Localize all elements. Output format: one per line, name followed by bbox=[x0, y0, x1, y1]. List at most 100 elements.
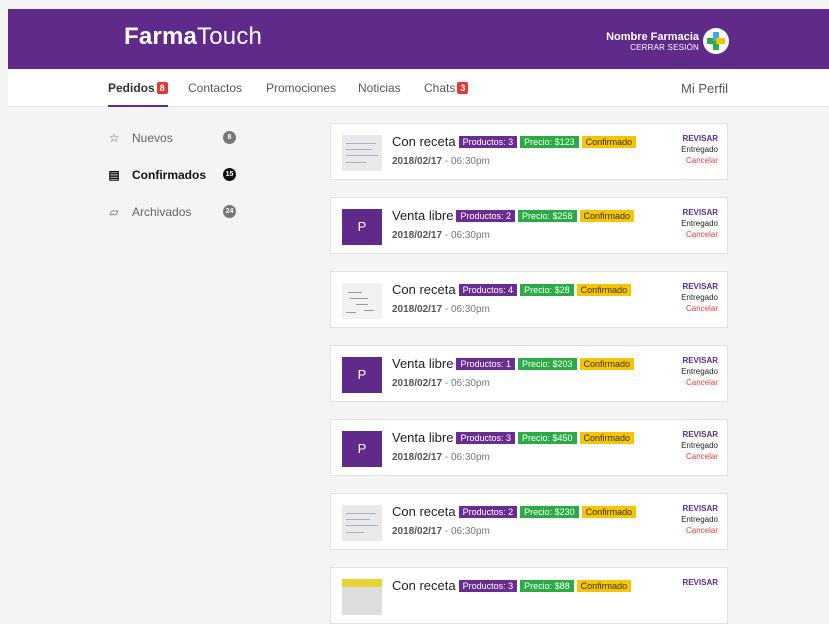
delivered-button[interactable]: Entregado bbox=[681, 440, 718, 451]
order-time: 06:30pm bbox=[450, 156, 490, 167]
clipboard-icon: ▤ bbox=[108, 168, 120, 182]
prescription-thumbnail[interactable] bbox=[342, 135, 382, 171]
order-time: 06:30pm bbox=[450, 378, 490, 389]
products-tag: Productos: 2 bbox=[456, 209, 515, 222]
order-type: Venta libre bbox=[392, 430, 454, 446]
sidebar-item-label: Confirmados bbox=[132, 168, 207, 182]
review-button[interactable]: REVISAR bbox=[681, 281, 718, 292]
order-card[interactable]: P Venta libre Productos: 2 Precio: $258 Con… bbox=[330, 197, 728, 254]
order-datetime: 2018/02/17 - 06:30pm bbox=[392, 452, 490, 463]
sidebar-item-confirmados[interactable]: ▤ Confirmados bbox=[108, 168, 206, 188]
products-tag: Productos: 3 bbox=[456, 431, 515, 444]
cancel-button[interactable]: Cancelar bbox=[681, 229, 718, 240]
order-card[interactable]: Con receta Productos: 3 Precio: $123 Confir… bbox=[330, 123, 728, 180]
delivered-button[interactable]: Entregado bbox=[681, 514, 718, 525]
review-button[interactable]: REVISAR bbox=[681, 207, 718, 218]
tab-pedidos[interactable]: Pedidos 8 bbox=[108, 81, 168, 107]
pharmacy-account: Nombre Farmacia CERRAR SESIÓN bbox=[606, 31, 699, 53]
cancel-button[interactable]: Cancelar bbox=[681, 303, 718, 314]
price-tag: Precio: $88 bbox=[520, 579, 574, 592]
order-actions: REVISAR Entregado Cancelar bbox=[681, 503, 718, 536]
star-outline-icon: ☆ bbox=[108, 131, 120, 145]
order-actions: REVISAR Entregado Cancelar bbox=[681, 355, 718, 388]
profile-link[interactable]: Mi Perfil bbox=[681, 81, 728, 96]
cancel-button[interactable]: Cancelar bbox=[681, 155, 718, 166]
nuevos-count-badge: 8 bbox=[223, 131, 236, 144]
app-logo[interactable]: FarmaTouch bbox=[124, 23, 262, 51]
tab-noticias[interactable]: Noticias bbox=[358, 81, 401, 107]
handwritten-note-thumbnail[interactable] bbox=[342, 283, 382, 319]
review-button[interactable]: REVISAR bbox=[681, 133, 718, 144]
order-actions: REVISAR bbox=[682, 577, 718, 588]
status-tag: Confirmado bbox=[576, 283, 632, 296]
tab-chats[interactable]: Chats 3 bbox=[424, 81, 469, 107]
order-avatar: P bbox=[342, 357, 382, 393]
pharmacy-name: Nombre Farmacia bbox=[606, 31, 699, 43]
tab-promociones[interactable]: Promociones bbox=[266, 81, 336, 107]
price-tag: Precio: $450 bbox=[517, 431, 577, 444]
order-datetime: 2018/02/17 - 06:30pm bbox=[392, 230, 490, 241]
order-type: Venta libre bbox=[392, 208, 454, 224]
order-card[interactable]: Con receta Productos: 2 Precio: $230 Confir… bbox=[330, 493, 728, 550]
tab-contactos[interactable]: Contactos bbox=[188, 81, 242, 107]
products-tag: Productos: 2 bbox=[458, 505, 518, 518]
price-tag: Precio: $230 bbox=[520, 505, 579, 518]
order-actions: REVISAR Entregado Cancelar bbox=[681, 429, 718, 462]
order-actions: REVISAR Entregado Cancelar bbox=[681, 207, 718, 240]
review-button[interactable]: REVISAR bbox=[681, 503, 718, 514]
price-tag: Precio: $203 bbox=[517, 357, 577, 370]
prescription-thumbnail[interactable] bbox=[342, 505, 382, 541]
delivered-button[interactable]: Entregado bbox=[681, 292, 718, 303]
order-avatar: P bbox=[342, 209, 382, 245]
cancel-button[interactable]: Cancelar bbox=[681, 377, 718, 388]
archivados-count-badge: 24 bbox=[223, 205, 236, 218]
main-nav: Pedidos 8 Contactos Promociones Noticias … bbox=[8, 69, 829, 107]
order-time: 06:30pm bbox=[450, 230, 490, 241]
tab-label: Chats bbox=[424, 81, 456, 95]
order-type: Con receta bbox=[392, 504, 456, 520]
cancel-button[interactable]: Cancelar bbox=[681, 525, 718, 536]
delivered-button[interactable]: Entregado bbox=[681, 366, 718, 377]
order-type: Con receta bbox=[392, 282, 456, 298]
status-tag: Confirmado bbox=[579, 209, 635, 222]
order-date: 2018/02/17 bbox=[392, 230, 443, 241]
review-button[interactable]: REVISAR bbox=[682, 577, 718, 588]
sidebar-item-nuevos[interactable]: ☆ Nuevos bbox=[108, 131, 173, 151]
pedidos-count-badge: 8 bbox=[156, 82, 168, 94]
order-card[interactable]: P Venta libre Productos: 3 Precio: $450 Con… bbox=[330, 419, 728, 476]
sidebar-item-label: Archivados bbox=[132, 205, 192, 219]
order-avatar: P bbox=[342, 431, 382, 467]
order-type: Con receta bbox=[392, 134, 456, 150]
order-date: 2018/02/17 bbox=[392, 156, 443, 167]
status-tag: Confirmado bbox=[579, 357, 635, 370]
logout-link[interactable]: CERRAR SESIÓN bbox=[606, 43, 699, 53]
review-button[interactable]: REVISAR bbox=[681, 355, 718, 366]
status-tag: Confirmado bbox=[576, 579, 632, 592]
sidebar-item-archivados[interactable]: ▱ Archivados bbox=[108, 205, 191, 225]
order-time: 06:30pm bbox=[450, 526, 490, 537]
order-time: 06:30pm bbox=[450, 304, 490, 315]
price-tag: Precio: $258 bbox=[517, 209, 577, 222]
order-datetime: 2018/02/17 - 06:30pm bbox=[392, 378, 490, 389]
delivered-button[interactable]: Entregado bbox=[681, 144, 718, 155]
tab-label: Contactos bbox=[188, 81, 243, 95]
cancel-button[interactable]: Cancelar bbox=[681, 451, 718, 462]
pharmacy-cross-icon bbox=[703, 28, 729, 54]
order-date: 2018/02/17 bbox=[392, 378, 443, 389]
order-date: 2018/02/17 bbox=[392, 526, 443, 537]
order-card[interactable]: Con receta Productos: 4 Precio: $28 Confirm… bbox=[330, 271, 728, 328]
order-type: Venta libre bbox=[392, 356, 454, 372]
order-card[interactable]: P Venta libre Productos: 1 Precio: $203 Con… bbox=[330, 345, 728, 402]
price-tag: Precio: $123 bbox=[520, 135, 579, 148]
order-card[interactable]: Con receta Productos: 3 Precio: $88 Confirm… bbox=[330, 567, 728, 624]
products-tag: Productos: 4 bbox=[458, 283, 518, 296]
price-tag: Precio: $28 bbox=[520, 283, 574, 296]
tab-label: Pedidos bbox=[108, 81, 155, 95]
order-datetime: 2018/02/17 - 06:30pm bbox=[392, 304, 490, 315]
review-button[interactable]: REVISAR bbox=[681, 429, 718, 440]
confirmados-count-badge: 15 bbox=[223, 168, 236, 181]
order-time: 06:30pm bbox=[450, 452, 490, 463]
order-date: 2018/02/17 bbox=[392, 452, 443, 463]
prescription-thumbnail[interactable] bbox=[342, 579, 382, 615]
delivered-button[interactable]: Entregado bbox=[681, 218, 718, 229]
